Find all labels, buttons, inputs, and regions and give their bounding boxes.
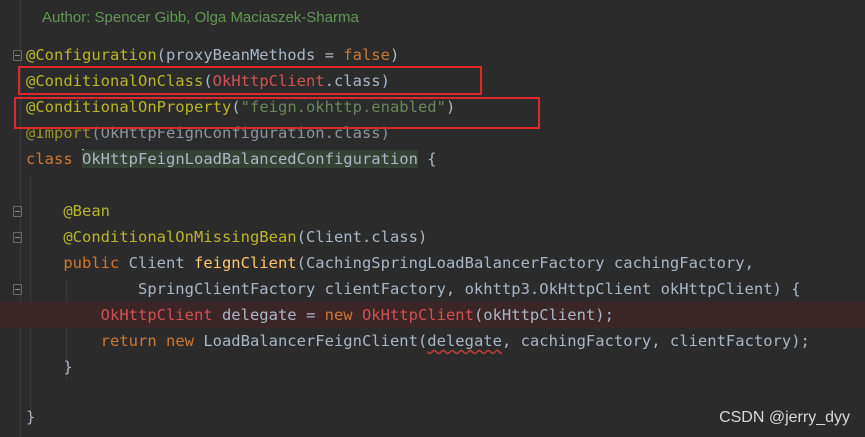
annotation-bean: @Bean bbox=[63, 202, 110, 220]
code-line-method-signature[interactable]: public Client feignClient(CachingSpringL… bbox=[0, 250, 865, 276]
code-line-conditional-on-missing-bean[interactable]: @ConditionalOnMissingBean(Client.class) bbox=[0, 224, 865, 250]
keyword-return: return bbox=[100, 332, 166, 350]
doc-comment-author: Author: Spencer Gibb, Olga Maciaszek-Sha… bbox=[42, 9, 359, 26]
fold-toggle-icon[interactable] bbox=[13, 232, 22, 243]
highlight-box-conditional-on-class bbox=[18, 66, 482, 95]
watermark: CSDN @jerry_dyy bbox=[719, 409, 850, 426]
code-line-delegate-error[interactable]: OkHttpClient delegate = new OkHttpClient… bbox=[0, 302, 865, 328]
code-line-return[interactable]: return new LoadBalancerFeignClient(deleg… bbox=[0, 328, 865, 354]
code-line-class-declaration[interactable]: class OkHttpFeignLoadBalancedConfigurati… bbox=[0, 146, 865, 172]
code-line-method-params[interactable]: SpringClientFactory clientFactory, okhtt… bbox=[0, 276, 865, 302]
method-name-feign-client: feignClient bbox=[193, 254, 297, 272]
keyword-public: public bbox=[63, 254, 129, 272]
annotation-conditional-on-missing-bean: @ConditionalOnMissingBean bbox=[63, 228, 297, 246]
fold-toggle-icon[interactable] bbox=[13, 50, 22, 61]
warning-squiggle: delegate bbox=[427, 332, 502, 350]
highlight-box-conditional-on-property bbox=[14, 97, 540, 129]
code-line-bean[interactable]: @Bean bbox=[0, 198, 865, 224]
code-line-method-close[interactable]: } bbox=[0, 354, 865, 380]
class-name: OkHttpFeignLoadBalancedConfiguration bbox=[82, 150, 418, 168]
code-editor[interactable]: Author: Spencer Gibb, Olga Maciaszek-Sha… bbox=[0, 0, 865, 437]
keyword-class: class bbox=[26, 150, 82, 168]
unresolved-class-reference: OkHttpClient bbox=[361, 306, 474, 324]
unresolved-class-reference: OkHttpClient bbox=[100, 306, 213, 324]
fold-toggle-icon[interactable] bbox=[13, 206, 22, 217]
annotation-configuration: @Configuration bbox=[26, 46, 157, 64]
code-line-configuration[interactable]: @Configuration(proxyBeanMethods = false) bbox=[0, 42, 865, 68]
fold-toggle-icon[interactable] bbox=[13, 284, 22, 295]
